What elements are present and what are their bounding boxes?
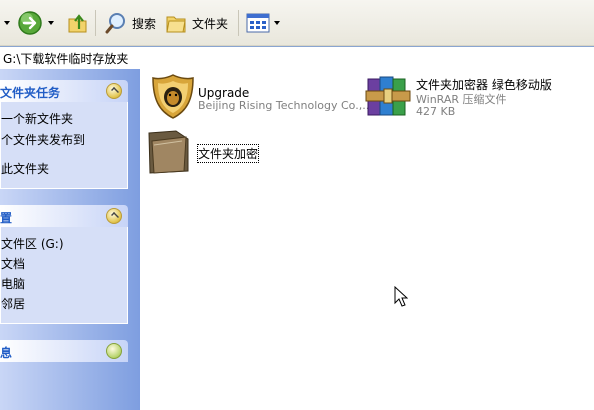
other-places-header[interactable]: 置 — [0, 205, 128, 227]
up-folder-icon — [68, 14, 87, 33]
mouse-cursor-icon — [394, 286, 408, 307]
file-item-encrypted-folder[interactable]: 文件夹加密 — [146, 127, 286, 179]
file-name: 文件夹加密 — [196, 144, 260, 163]
task-publish-folder-link[interactable]: 个文件夹发布到 — [1, 131, 85, 148]
place-my-documents-link[interactable]: 文档 — [1, 255, 25, 272]
task-pane: 文件夹任务 一个新文件夹 个文件夹发布到 此文件夹 置 文件区 (G:) 文档 … — [0, 69, 140, 410]
folder-tasks-header[interactable]: 文件夹任务 — [0, 80, 128, 102]
back-dropdown-button[interactable] — [0, 10, 10, 36]
shield-lion-icon — [152, 74, 194, 119]
place-my-computer-link[interactable]: 电脑 — [1, 275, 25, 292]
toolbar: 搜索 文件夹 — [0, 0, 594, 46]
other-places-panel: 置 文件区 (G:) 文档 电脑 邻居 — [0, 205, 128, 324]
expand-chevron-icon[interactable] — [106, 343, 122, 359]
toolbar-separator — [238, 10, 239, 36]
folders-label: 文件夹 — [192, 16, 229, 31]
folder-icon — [148, 130, 189, 174]
file-list: Upgrade Beijing Rising Technology Co.,..… — [140, 69, 594, 410]
file-size: 427 KB — [416, 105, 456, 118]
folder-tasks-panel: 文件夹任务 一个新文件夹 个文件夹发布到 此文件夹 — [0, 80, 128, 189]
details-title: 息 — [0, 346, 13, 360]
other-places-body: 文件区 (G:) 文档 电脑 邻居 — [0, 227, 128, 324]
up-folder-button[interactable] — [66, 10, 90, 36]
views-button[interactable] — [246, 10, 280, 36]
toolbar-separator — [95, 10, 96, 36]
details-header[interactable]: 息 — [0, 340, 128, 362]
file-name: Upgrade — [198, 86, 250, 100]
folder-tasks-title: 文件夹任务 — [0, 86, 61, 100]
search-icon — [105, 13, 125, 34]
search-button[interactable]: 搜索 — [104, 10, 156, 36]
views-icon — [246, 13, 270, 33]
folder-tasks-body: 一个新文件夹 个文件夹发布到 此文件夹 — [0, 102, 128, 189]
folders-icon — [166, 16, 186, 33]
place-network-link[interactable]: 邻居 — [1, 295, 25, 312]
forward-icon — [18, 11, 42, 35]
file-item-encryptor-archive[interactable]: 文件夹加密器 绿色移动版 WinRAR 压缩文件 427 KB — [362, 72, 592, 124]
place-drive-g-link[interactable]: 文件区 (G:) — [1, 235, 64, 252]
file-company: Beijing Rising Technology Co.,... — [198, 99, 373, 112]
search-label: 搜索 — [132, 16, 157, 31]
task-new-folder-link[interactable]: 一个新文件夹 — [1, 110, 73, 127]
dropdown-arrow-icon — [48, 21, 54, 25]
winrar-archive-icon — [365, 76, 411, 116]
other-places-title: 置 — [0, 211, 13, 225]
details-panel: 息 — [0, 340, 128, 362]
file-item-upgrade[interactable]: Upgrade Beijing Rising Technology Co.,..… — [148, 72, 373, 122]
address-bar[interactable]: G:\下载软件临时存放夹 — [0, 46, 594, 70]
collapse-chevron-icon[interactable] — [106, 83, 122, 99]
address-path[interactable]: G:\下载软件临时存放夹 — [3, 50, 128, 67]
dropdown-arrow-icon — [274, 21, 280, 25]
collapse-chevron-icon[interactable] — [106, 208, 122, 224]
task-share-folder-link[interactable]: 此文件夹 — [1, 160, 49, 177]
forward-button[interactable] — [16, 10, 54, 36]
dropdown-arrow-icon — [4, 21, 10, 25]
folders-button[interactable]: 文件夹 — [164, 10, 228, 36]
